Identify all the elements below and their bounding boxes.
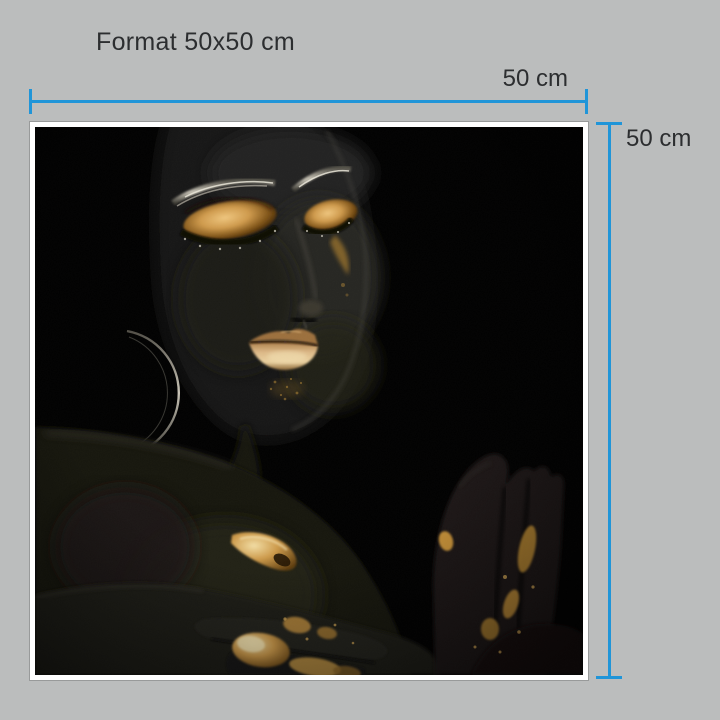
- width-tick-right: [585, 89, 588, 114]
- width-dimension-label: 50 cm: [503, 66, 568, 92]
- height-dimension-label: 50 cm: [626, 126, 691, 152]
- artwork-frame: [30, 122, 588, 680]
- artwork-image: [35, 127, 583, 675]
- width-dimension-line: [29, 100, 588, 103]
- woman-portrait: [35, 127, 583, 675]
- product-format-diagram: Format 50x50 cm 50 cm 50 cm: [0, 0, 720, 720]
- height-dimension-line: [608, 122, 611, 679]
- height-tick-bottom: [596, 676, 622, 679]
- format-title: Format 50x50 cm: [96, 28, 295, 56]
